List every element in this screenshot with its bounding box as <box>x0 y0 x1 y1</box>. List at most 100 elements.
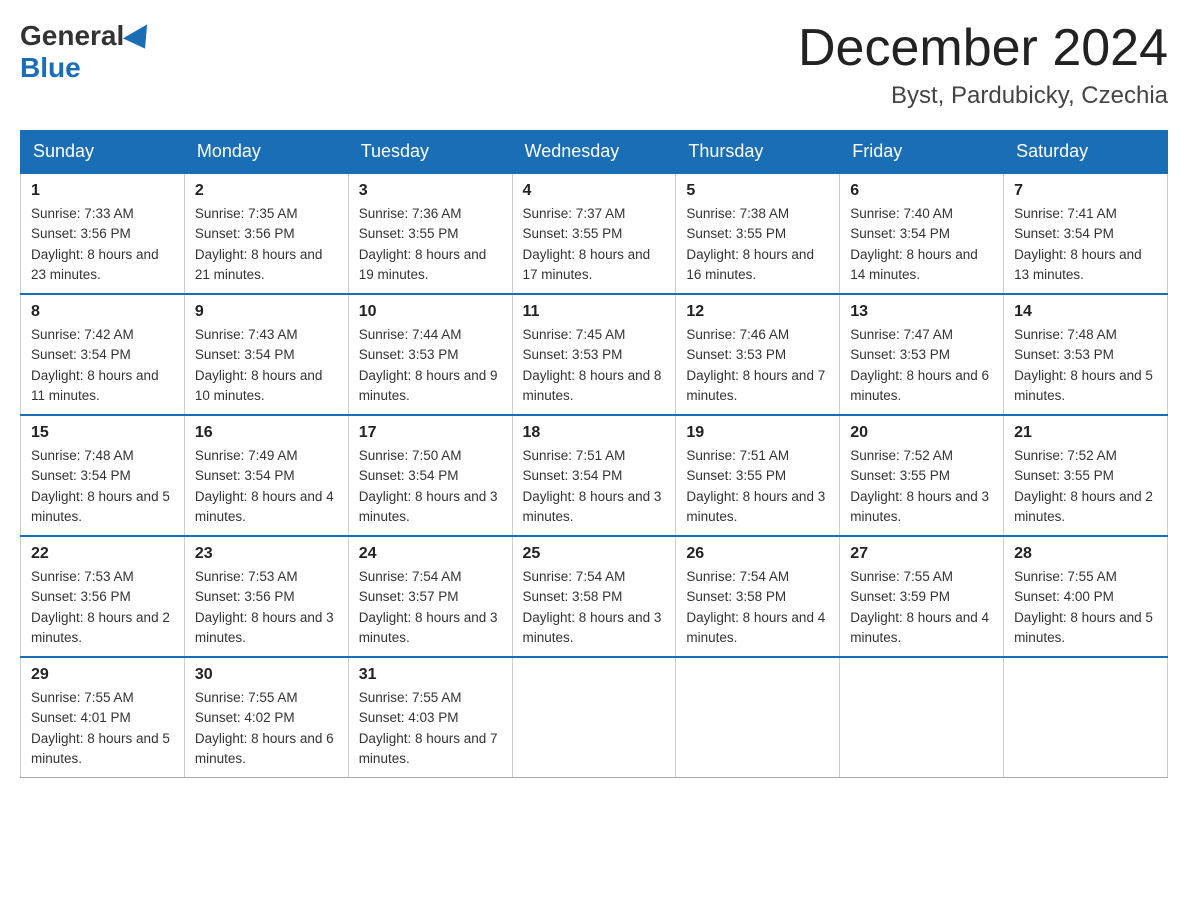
calendar-cell: 10 Sunrise: 7:44 AM Sunset: 3:53 PM Dayl… <box>348 294 512 415</box>
sunrise-label: Sunrise: 7:48 AM <box>1014 327 1117 342</box>
day-number: 27 <box>850 545 993 563</box>
daylight-label: Daylight: 8 hours and 5 minutes. <box>1014 610 1153 645</box>
daylight-label: Daylight: 8 hours and 6 minutes. <box>195 731 334 766</box>
day-number: 11 <box>523 303 666 321</box>
day-info: Sunrise: 7:55 AM Sunset: 4:00 PM Dayligh… <box>1014 567 1157 648</box>
daylight-label: Daylight: 8 hours and 5 minutes. <box>1014 368 1153 403</box>
sunrise-label: Sunrise: 7:54 AM <box>686 569 789 584</box>
day-number: 24 <box>359 545 502 563</box>
sunrise-label: Sunrise: 7:35 AM <box>195 206 298 221</box>
sunset-label: Sunset: 3:59 PM <box>850 589 950 604</box>
title-section: December 2024 Byst, Pardubicky, Czechia <box>798 20 1168 110</box>
calendar-cell <box>1004 657 1168 778</box>
calendar-cell: 15 Sunrise: 7:48 AM Sunset: 3:54 PM Dayl… <box>21 415 185 536</box>
daylight-label: Daylight: 8 hours and 7 minutes. <box>686 368 825 403</box>
location-title: Byst, Pardubicky, Czechia <box>798 82 1168 110</box>
sunset-label: Sunset: 3:57 PM <box>359 589 459 604</box>
day-number: 19 <box>686 424 829 442</box>
sunset-label: Sunset: 3:56 PM <box>195 589 295 604</box>
daylight-label: Daylight: 8 hours and 3 minutes. <box>686 489 825 524</box>
day-number: 8 <box>31 303 174 321</box>
day-info: Sunrise: 7:53 AM Sunset: 3:56 PM Dayligh… <box>31 567 174 648</box>
day-info: Sunrise: 7:50 AM Sunset: 3:54 PM Dayligh… <box>359 446 502 527</box>
calendar-cell <box>512 657 676 778</box>
sunset-label: Sunset: 3:55 PM <box>686 468 786 483</box>
sunset-label: Sunset: 3:58 PM <box>523 589 623 604</box>
sunrise-label: Sunrise: 7:44 AM <box>359 327 462 342</box>
day-info: Sunrise: 7:55 AM Sunset: 4:03 PM Dayligh… <box>359 688 502 769</box>
sunrise-label: Sunrise: 7:43 AM <box>195 327 298 342</box>
day-number: 3 <box>359 182 502 200</box>
calendar-header-row: SundayMondayTuesdayWednesdayThursdayFrid… <box>21 131 1168 174</box>
calendar-cell: 5 Sunrise: 7:38 AM Sunset: 3:55 PM Dayli… <box>676 173 840 294</box>
sunset-label: Sunset: 3:53 PM <box>523 347 623 362</box>
daylight-label: Daylight: 8 hours and 3 minutes. <box>359 489 498 524</box>
sunrise-label: Sunrise: 7:45 AM <box>523 327 626 342</box>
daylight-label: Daylight: 8 hours and 6 minutes. <box>850 368 989 403</box>
daylight-label: Daylight: 8 hours and 7 minutes. <box>359 731 498 766</box>
sunset-label: Sunset: 3:58 PM <box>686 589 786 604</box>
logo-general-text: General <box>20 20 124 52</box>
day-info: Sunrise: 7:51 AM Sunset: 3:54 PM Dayligh… <box>523 446 666 527</box>
day-number: 28 <box>1014 545 1157 563</box>
day-number: 2 <box>195 182 338 200</box>
day-info: Sunrise: 7:54 AM Sunset: 3:57 PM Dayligh… <box>359 567 502 648</box>
sunset-label: Sunset: 3:55 PM <box>523 226 623 241</box>
sunset-label: Sunset: 3:56 PM <box>31 589 131 604</box>
sunrise-label: Sunrise: 7:55 AM <box>195 690 298 705</box>
day-number: 30 <box>195 666 338 684</box>
sunrise-label: Sunrise: 7:55 AM <box>1014 569 1117 584</box>
day-info: Sunrise: 7:38 AM Sunset: 3:55 PM Dayligh… <box>686 204 829 285</box>
day-info: Sunrise: 7:55 AM Sunset: 4:01 PM Dayligh… <box>31 688 174 769</box>
day-info: Sunrise: 7:36 AM Sunset: 3:55 PM Dayligh… <box>359 204 502 285</box>
calendar-cell: 11 Sunrise: 7:45 AM Sunset: 3:53 PM Dayl… <box>512 294 676 415</box>
day-info: Sunrise: 7:33 AM Sunset: 3:56 PM Dayligh… <box>31 204 174 285</box>
day-info: Sunrise: 7:46 AM Sunset: 3:53 PM Dayligh… <box>686 325 829 406</box>
week-row-3: 15 Sunrise: 7:48 AM Sunset: 3:54 PM Dayl… <box>21 415 1168 536</box>
calendar-cell: 18 Sunrise: 7:51 AM Sunset: 3:54 PM Dayl… <box>512 415 676 536</box>
day-info: Sunrise: 7:55 AM Sunset: 3:59 PM Dayligh… <box>850 567 993 648</box>
sunset-label: Sunset: 3:55 PM <box>359 226 459 241</box>
day-info: Sunrise: 7:52 AM Sunset: 3:55 PM Dayligh… <box>1014 446 1157 527</box>
sunset-label: Sunset: 3:54 PM <box>195 468 295 483</box>
calendar-cell: 8 Sunrise: 7:42 AM Sunset: 3:54 PM Dayli… <box>21 294 185 415</box>
calendar-cell: 24 Sunrise: 7:54 AM Sunset: 3:57 PM Dayl… <box>348 536 512 657</box>
daylight-label: Daylight: 8 hours and 3 minutes. <box>195 610 334 645</box>
calendar-cell: 3 Sunrise: 7:36 AM Sunset: 3:55 PM Dayli… <box>348 173 512 294</box>
daylight-label: Daylight: 8 hours and 19 minutes. <box>359 247 487 282</box>
sunset-label: Sunset: 4:00 PM <box>1014 589 1114 604</box>
calendar-cell: 1 Sunrise: 7:33 AM Sunset: 3:56 PM Dayli… <box>21 173 185 294</box>
daylight-label: Daylight: 8 hours and 17 minutes. <box>523 247 651 282</box>
day-number: 7 <box>1014 182 1157 200</box>
calendar-cell: 30 Sunrise: 7:55 AM Sunset: 4:02 PM Dayl… <box>184 657 348 778</box>
daylight-label: Daylight: 8 hours and 5 minutes. <box>31 731 170 766</box>
day-number: 25 <box>523 545 666 563</box>
day-number: 18 <box>523 424 666 442</box>
sunset-label: Sunset: 3:54 PM <box>523 468 623 483</box>
day-number: 16 <box>195 424 338 442</box>
sunset-label: Sunset: 3:54 PM <box>359 468 459 483</box>
page-header: General Blue December 2024 Byst, Pardubi… <box>20 20 1168 110</box>
sunrise-label: Sunrise: 7:49 AM <box>195 448 298 463</box>
day-number: 9 <box>195 303 338 321</box>
column-header-sunday: Sunday <box>21 131 185 174</box>
sunset-label: Sunset: 4:01 PM <box>31 710 131 725</box>
sunset-label: Sunset: 3:54 PM <box>1014 226 1114 241</box>
calendar-cell: 9 Sunrise: 7:43 AM Sunset: 3:54 PM Dayli… <box>184 294 348 415</box>
day-info: Sunrise: 7:35 AM Sunset: 3:56 PM Dayligh… <box>195 204 338 285</box>
day-info: Sunrise: 7:49 AM Sunset: 3:54 PM Dayligh… <box>195 446 338 527</box>
sunrise-label: Sunrise: 7:38 AM <box>686 206 789 221</box>
sunset-label: Sunset: 3:54 PM <box>195 347 295 362</box>
sunrise-label: Sunrise: 7:51 AM <box>523 448 626 463</box>
day-number: 5 <box>686 182 829 200</box>
day-info: Sunrise: 7:40 AM Sunset: 3:54 PM Dayligh… <box>850 204 993 285</box>
calendar-cell: 13 Sunrise: 7:47 AM Sunset: 3:53 PM Dayl… <box>840 294 1004 415</box>
daylight-label: Daylight: 8 hours and 14 minutes. <box>850 247 978 282</box>
daylight-label: Daylight: 8 hours and 5 minutes. <box>31 489 170 524</box>
day-number: 4 <box>523 182 666 200</box>
calendar-cell: 19 Sunrise: 7:51 AM Sunset: 3:55 PM Dayl… <box>676 415 840 536</box>
calendar-cell: 4 Sunrise: 7:37 AM Sunset: 3:55 PM Dayli… <box>512 173 676 294</box>
calendar-cell: 28 Sunrise: 7:55 AM Sunset: 4:00 PM Dayl… <box>1004 536 1168 657</box>
day-number: 6 <box>850 182 993 200</box>
sunrise-label: Sunrise: 7:41 AM <box>1014 206 1117 221</box>
